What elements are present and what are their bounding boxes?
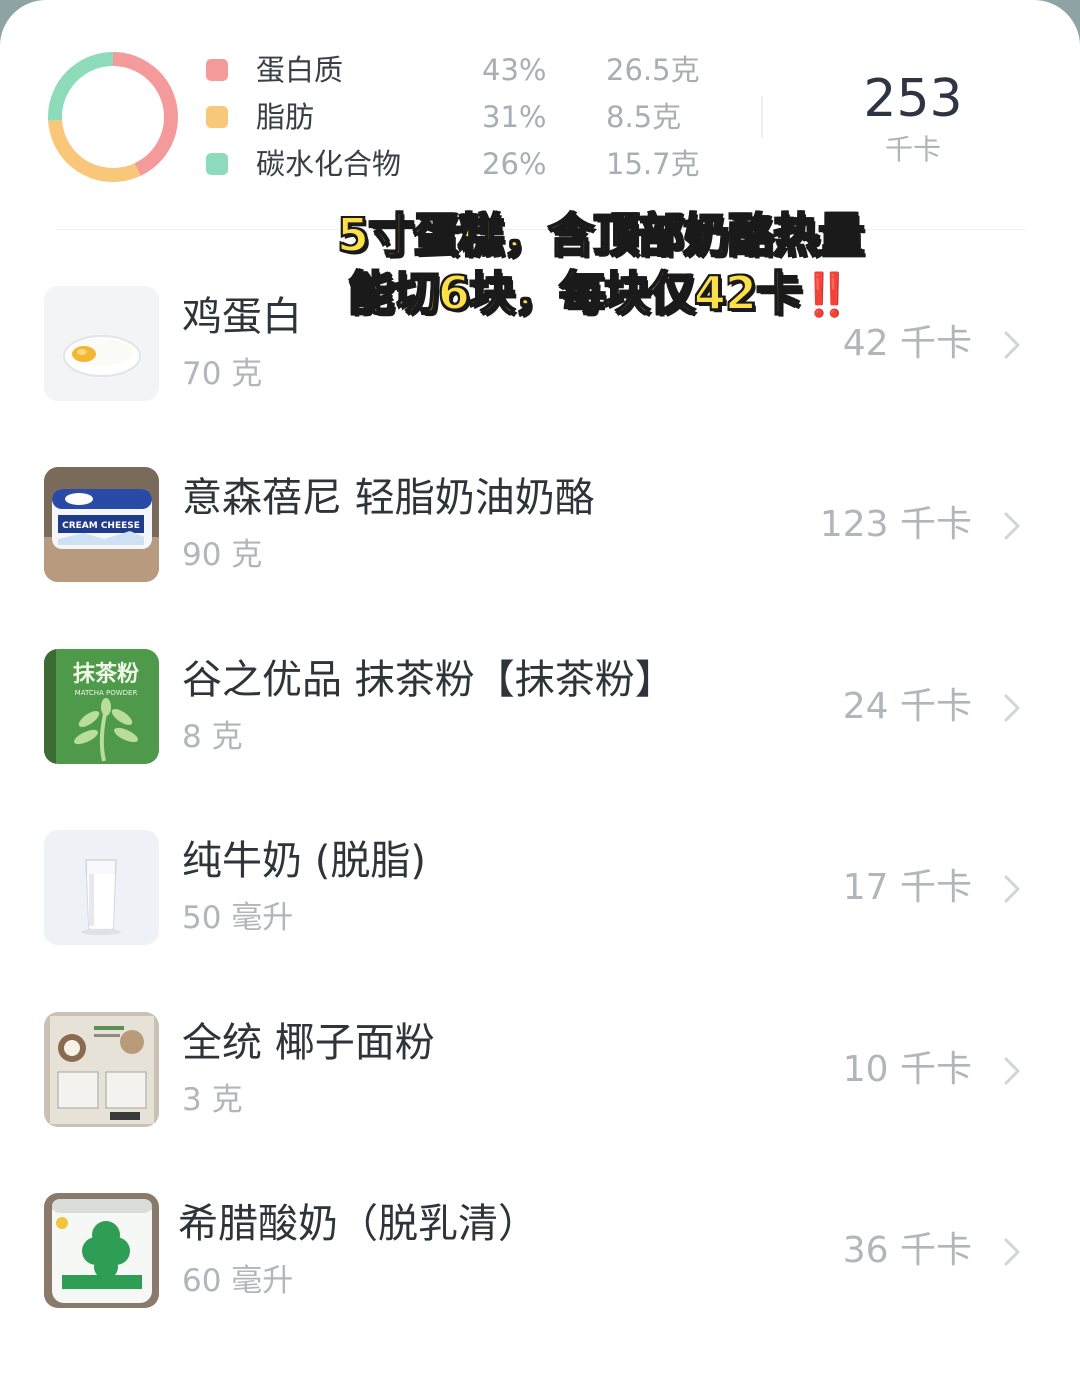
- macro-percent: 31%: [482, 100, 547, 134]
- macro-grams: 26.5克: [606, 53, 700, 87]
- food-item-matcha-powder[interactable]: 抹茶粉 MATCHA POWDER 谷之优品 抹茶粉【抹茶粉】 8 克 24 千…: [0, 639, 1080, 779]
- food-name: 意森蓓尼 轻脂奶油奶酪: [182, 475, 595, 521]
- food-item-greek-yogurt[interactable]: 希腊酸奶（脱乳清） 60 毫升 36 千卡: [0, 1183, 1080, 1323]
- macro-percent: 43%: [482, 53, 547, 87]
- fat-color-dot: [206, 106, 228, 128]
- macro-grams: 8.5克: [606, 100, 682, 134]
- macro-grams: 15.7克: [606, 147, 700, 181]
- milk-glass-photo: [44, 830, 159, 945]
- coconut-flour-photo: [44, 1012, 159, 1127]
- food-name: 谷之优品 抹茶粉【抹茶粉】: [182, 657, 675, 703]
- protein-color-dot: [206, 59, 228, 81]
- food-name: 鸡蛋白: [182, 294, 302, 340]
- chevron-right-icon: [1004, 1057, 1020, 1085]
- macro-name: 碳水化合物: [256, 147, 402, 181]
- cream-cheese-photo: CREAM CHEESE: [44, 467, 159, 582]
- food-calories: 24 千卡: [842, 686, 972, 727]
- macro-percent: 26%: [482, 147, 547, 181]
- chevron-right-icon: [1004, 331, 1020, 359]
- food-amount: 60 毫升: [182, 1263, 294, 1299]
- total-calories: 253: [863, 69, 963, 129]
- macro-donut-chart: [48, 52, 178, 182]
- carbs-color-dot: [206, 153, 228, 175]
- macro-row-carbs: 碳水化合物 26% 15.7克: [204, 144, 744, 184]
- vertical-divider: [761, 96, 763, 138]
- macro-name: 脂肪: [256, 100, 315, 134]
- chevron-right-icon: [1004, 875, 1020, 903]
- macro-row-protein: 蛋白质 43% 26.5克: [204, 50, 744, 90]
- food-item-coconut-flour[interactable]: 全统 椰子面粉 3 克 10 千卡: [0, 1002, 1080, 1142]
- food-calories: 10 千卡: [842, 1049, 972, 1090]
- macro-name: 蛋白质: [256, 53, 344, 87]
- food-log-card: 蛋白质 43% 26.5克 脂肪 31% 8.5克 碳水化合物 26% 15.7…: [0, 0, 1080, 1391]
- food-calories: 17 千卡: [842, 867, 972, 908]
- food-calories: 123 千卡: [819, 504, 972, 545]
- chevron-right-icon: [1004, 694, 1020, 722]
- food-calories: 42 千卡: [842, 323, 972, 364]
- matcha-label-cn: 抹茶粉: [73, 662, 139, 687]
- food-amount: 70 克: [182, 356, 263, 392]
- nutrition-summary: 蛋白质 43% 26.5克 脂肪 31% 8.5克 碳水化合物 26% 15.7…: [0, 0, 1080, 230]
- greek-yogurt-photo: [44, 1193, 159, 1308]
- egg-white-photo: [44, 286, 159, 401]
- matcha-label-en: MATCHA POWDER: [75, 689, 138, 697]
- food-name: 全统 椰子面粉: [182, 1020, 435, 1066]
- food-item-skim-milk[interactable]: 纯牛奶 (脱脂) 50 毫升 17 千卡: [0, 820, 1080, 960]
- food-name: 希腊酸奶（脱乳清）: [178, 1201, 538, 1247]
- food-amount: 50 毫升: [182, 900, 294, 936]
- chevron-right-icon: [1004, 512, 1020, 540]
- food-amount: 90 克: [182, 537, 263, 573]
- food-amount: 8 克: [182, 719, 243, 755]
- chevron-right-icon: [1004, 1238, 1020, 1266]
- matcha-powder-photo: 抹茶粉 MATCHA POWDER: [44, 649, 159, 764]
- total-calories-unit: 千卡: [884, 133, 941, 166]
- macro-row-fat: 脂肪 31% 8.5克: [204, 97, 744, 137]
- cream-cheese-label: CREAM CHEESE: [62, 521, 140, 531]
- food-item-cream-cheese[interactable]: CREAM CHEESE 意森蓓尼 轻脂奶油奶酪 90 克 123 千卡: [0, 457, 1080, 597]
- food-name: 纯牛奶 (脱脂): [182, 838, 426, 884]
- section-divider: [56, 229, 1026, 230]
- food-amount: 3 克: [182, 1082, 243, 1118]
- food-item-egg-white[interactable]: 鸡蛋白 70 克 42 千卡: [0, 276, 1080, 416]
- food-calories: 36 千卡: [842, 1230, 972, 1271]
